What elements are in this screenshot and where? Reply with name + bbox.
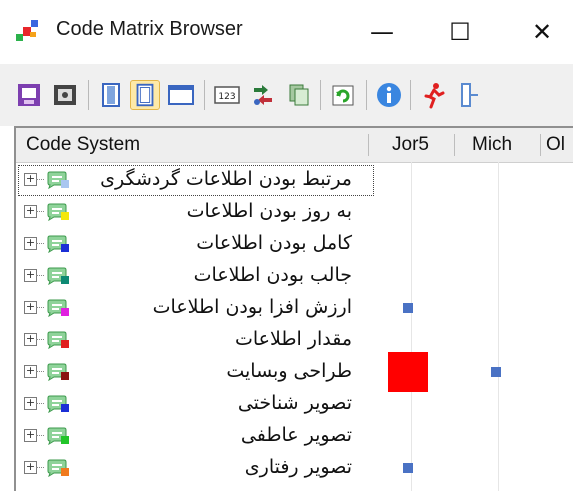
matrix-mark-jor5[interactable] — [388, 352, 428, 392]
code-icon — [47, 235, 69, 253]
toolbar-separator — [204, 80, 205, 110]
code-icon — [47, 299, 69, 317]
code-label: کامل بودن اطلاعات — [196, 232, 352, 254]
grid-header: Code System Jor5 Mich Ol — [16, 128, 573, 163]
code-row[interactable]: + مقدار اطلاعات — [16, 324, 573, 356]
code-label: تصویر رفتاری — [244, 456, 352, 478]
toolbar-separator — [410, 80, 411, 110]
window-title: Code Matrix Browser — [56, 18, 243, 40]
column-separator — [454, 134, 455, 156]
code-icon — [47, 427, 69, 445]
code-row[interactable]: + تصویر عاطفی — [16, 420, 573, 452]
app-logo-icon — [16, 20, 38, 41]
row-view-icon[interactable] — [130, 80, 160, 110]
code-label: تصویر شناختی — [237, 392, 352, 414]
code-row[interactable]: + به روز بودن اطلاعات — [16, 196, 573, 228]
code-icon — [47, 267, 69, 285]
code-icon — [47, 171, 69, 189]
tree-connector — [36, 467, 44, 468]
code-label: جالب بودن اطلاعات — [193, 264, 352, 286]
copy-icon[interactable] — [284, 80, 314, 110]
tree-connector — [36, 307, 44, 308]
svg-text:123: 123 — [218, 92, 235, 102]
code-row[interactable]: + ارزش افزا بودن اطلاعات — [16, 292, 573, 324]
code-icon — [47, 363, 69, 381]
toolbar-separator — [366, 80, 367, 110]
code-row[interactable]: + تصویر شناختی — [16, 388, 573, 420]
tree-connector — [36, 211, 44, 212]
settings-icon[interactable] — [50, 80, 80, 110]
column-header-mich[interactable]: Mich — [472, 134, 512, 156]
tree-connector — [36, 435, 44, 436]
numbers-icon[interactable]: 123 — [212, 80, 242, 110]
tree-connector — [36, 371, 44, 372]
window-view-icon[interactable] — [166, 80, 196, 110]
code-label: به روز بودن اطلاعات — [186, 200, 352, 222]
minimize-button[interactable]: — — [362, 14, 402, 50]
title-bar: Code Matrix Browser — ☐ ✕ — [0, 0, 573, 64]
code-row[interactable]: + مرتبط بودن اطلاعات گردشگری — [16, 164, 573, 196]
tree-connector — [36, 243, 44, 244]
run-icon[interactable] — [418, 80, 448, 110]
maximize-button[interactable]: ☐ — [440, 14, 480, 50]
code-label: تصویر عاطفی — [240, 424, 352, 446]
matrix-mark-mich[interactable] — [491, 367, 501, 377]
tree-connector — [36, 339, 44, 340]
code-icon — [47, 395, 69, 413]
export-icon[interactable] — [14, 80, 44, 110]
tree-connector — [36, 275, 44, 276]
column-header-code-system[interactable]: Code System — [26, 134, 140, 156]
code-row[interactable]: + طراحی وبسایت — [16, 356, 573, 388]
refresh-icon[interactable] — [328, 80, 358, 110]
exit-icon[interactable] — [454, 80, 484, 110]
code-label: مرتبط بودن اطلاعات گردشگری — [100, 168, 352, 190]
code-label: طراحی وبسایت — [226, 360, 352, 382]
toolbar-separator — [88, 80, 89, 110]
tree-connector — [36, 179, 44, 180]
column-view-icon[interactable] — [96, 80, 126, 110]
toolbar: 123 — [0, 64, 573, 126]
info-icon[interactable] — [374, 80, 404, 110]
code-icon — [47, 203, 69, 221]
code-label: ارزش افزا بودن اطلاعات — [152, 296, 352, 318]
code-matrix-grid: Code System Jor5 Mich Ol + مرتبط بودن اطل… — [14, 126, 573, 491]
toolbar-separator — [320, 80, 321, 110]
code-label: مقدار اطلاعات — [234, 328, 352, 350]
matrix-mark-jor5[interactable] — [403, 303, 413, 313]
code-row[interactable]: + تصویر رفتاری — [16, 452, 573, 484]
column-separator — [368, 134, 369, 156]
column-header-jor5[interactable]: Jor5 — [392, 134, 429, 156]
column-header-ol[interactable]: Ol — [546, 134, 565, 156]
transpose-icon[interactable] — [248, 80, 278, 110]
matrix-mark-jor5[interactable] — [403, 463, 413, 473]
tree-connector — [36, 403, 44, 404]
code-icon — [47, 331, 69, 349]
code-row[interactable]: + کامل بودن اطلاعات — [16, 228, 573, 260]
code-icon — [47, 459, 69, 477]
close-button[interactable]: ✕ — [522, 14, 562, 50]
column-separator — [540, 134, 541, 156]
code-row[interactable]: + جالب بودن اطلاعات — [16, 260, 573, 292]
